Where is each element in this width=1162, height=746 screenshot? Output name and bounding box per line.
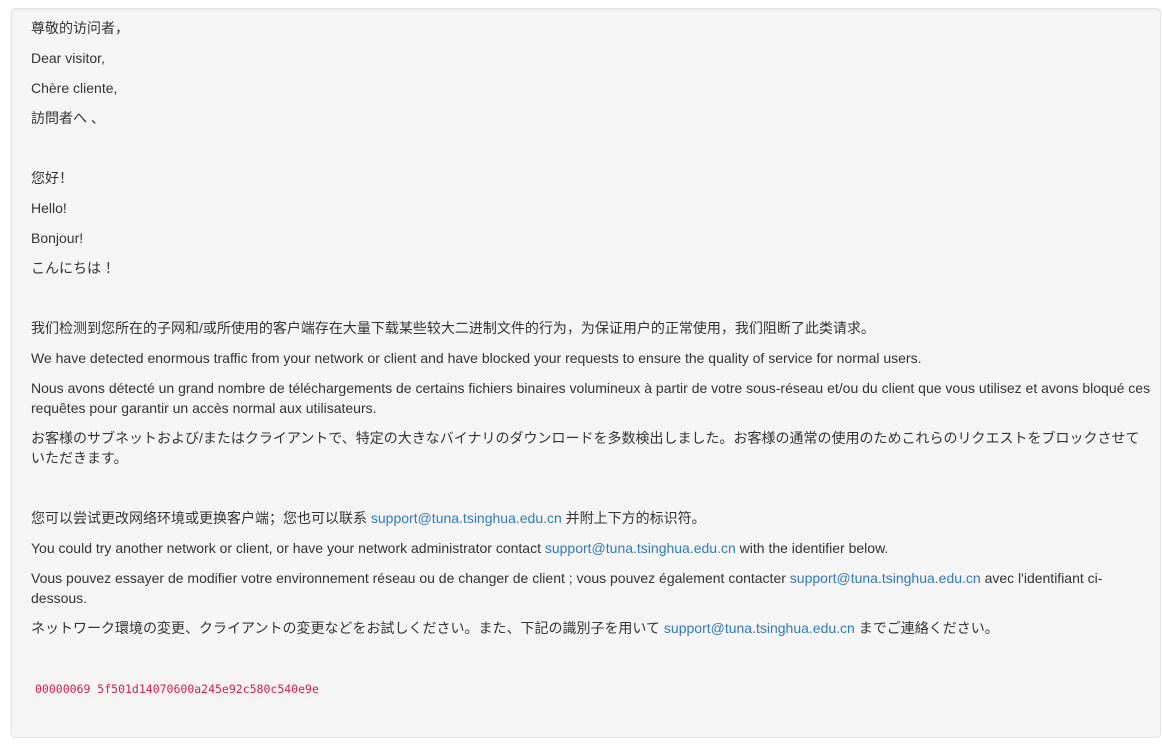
detected-message-zh: 我们检测到您所在的子网和/或所使用的客户端存在大量下载某些较大二进制文件的行为，…	[31, 320, 875, 336]
detected-message-en: We have detected enormous traffic from y…	[31, 350, 922, 366]
greeting-en: Dear visitor,	[31, 50, 105, 66]
hello-en: Hello!	[31, 200, 67, 216]
contact-text-after: 并附上下方的标识符。	[561, 510, 706, 526]
contact-message-zh: 您可以尝试更改网络环境或更换客户端；您也可以联系 support@tuna.ts…	[31, 508, 1151, 528]
support-email-link[interactable]: support@tuna.tsinghua.edu.cn	[664, 620, 855, 636]
greeting-fr: Chère cliente,	[31, 80, 118, 96]
detected-message-fr: Nous avons détecté un grand nombre de té…	[31, 380, 1151, 416]
contact-text-after: with the identifier below.	[735, 540, 889, 556]
support-email-link[interactable]: support@tuna.tsinghua.edu.cn	[545, 540, 736, 556]
request-identifier: 00000069 5f501d14070600a245e92c580c540e9…	[31, 680, 323, 698]
contact-message-ja: ネットワーク環境の変更、クライアントの変更などをお試しください。また、下記の識別…	[31, 618, 1151, 638]
contact-text-before: Vous pouvez essayer de modifier votre en…	[31, 570, 790, 586]
notice-panel: 尊敬的访问者， Dear visitor, Chère cliente, 訪問者…	[11, 8, 1161, 738]
hello-fr: Bonjour!	[31, 230, 84, 246]
support-email-link[interactable]: support@tuna.tsinghua.edu.cn	[790, 570, 981, 586]
hello-zh: 您好！	[31, 170, 73, 186]
hello-ja: こんにちは ！	[31, 260, 119, 276]
contact-text-after: までご連絡ください。	[854, 620, 999, 636]
contact-text-before: ネットワーク環境の変更、クライアントの変更などをお試しください。また、下記の識別…	[31, 620, 664, 636]
greeting-zh: 尊敬的访问者，	[31, 20, 129, 36]
contact-message-en: You could try another network or client,…	[31, 538, 1151, 558]
contact-text-before: 您可以尝试更改网络环境或更换客户端；您也可以联系	[31, 510, 371, 526]
greeting-ja: 訪問者へ 、	[31, 110, 105, 126]
contact-text-before: You could try another network or client,…	[31, 540, 545, 556]
support-email-link[interactable]: support@tuna.tsinghua.edu.cn	[371, 510, 562, 526]
detected-message-ja: お客様のサブネットおよび/またはクライアントで、特定の大きなバイナリのダウンロー…	[31, 430, 1140, 466]
contact-message-fr: Vous pouvez essayer de modifier votre en…	[31, 568, 1151, 608]
